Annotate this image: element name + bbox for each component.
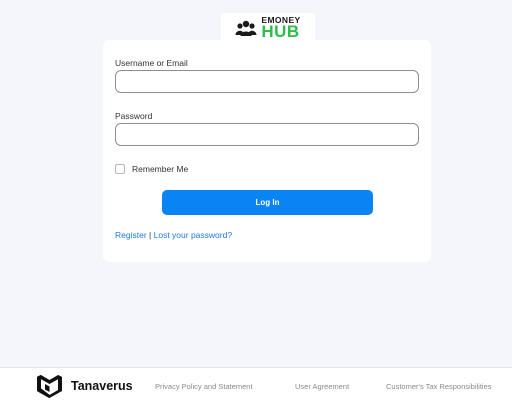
- login-card: Username or Email Password Remember Me L…: [103, 40, 431, 262]
- username-label: Username or Email: [115, 58, 188, 68]
- lost-password-link[interactable]: Lost your password?: [154, 230, 232, 240]
- password-label: Password: [115, 111, 153, 121]
- remember-me-checkbox[interactable]: [115, 164, 125, 174]
- link-separator: |: [149, 230, 152, 240]
- footer-link-privacy-policy[interactable]: Privacy Policy and Statement: [155, 382, 253, 391]
- remember-me-row[interactable]: Remember Me: [115, 164, 188, 174]
- brand-name: Tanaverus: [71, 379, 133, 393]
- username-input[interactable]: [115, 70, 419, 93]
- tanaverus-logo-icon: [37, 374, 62, 398]
- remember-me-label[interactable]: Remember Me: [132, 164, 188, 174]
- auth-links: Register | Lost your password?: [115, 230, 232, 240]
- login-button[interactable]: Log In: [162, 190, 373, 215]
- footer-link-tax-responsibilities[interactable]: Customer's Tax Responsibilities: [386, 382, 492, 391]
- logo-text-hub: HUB: [261, 22, 300, 42]
- tanaverus-brand[interactable]: Tanaverus: [36, 374, 133, 398]
- register-link[interactable]: Register: [115, 230, 147, 240]
- password-input[interactable]: [115, 123, 419, 146]
- footer: Tanaverus Privacy Policy and Statement U…: [0, 367, 512, 402]
- emoney-hub-logo: EMONEY HUB: [221, 13, 315, 43]
- people-icon: [235, 20, 257, 36]
- footer-link-user-agreement[interactable]: User Agreement: [295, 382, 349, 391]
